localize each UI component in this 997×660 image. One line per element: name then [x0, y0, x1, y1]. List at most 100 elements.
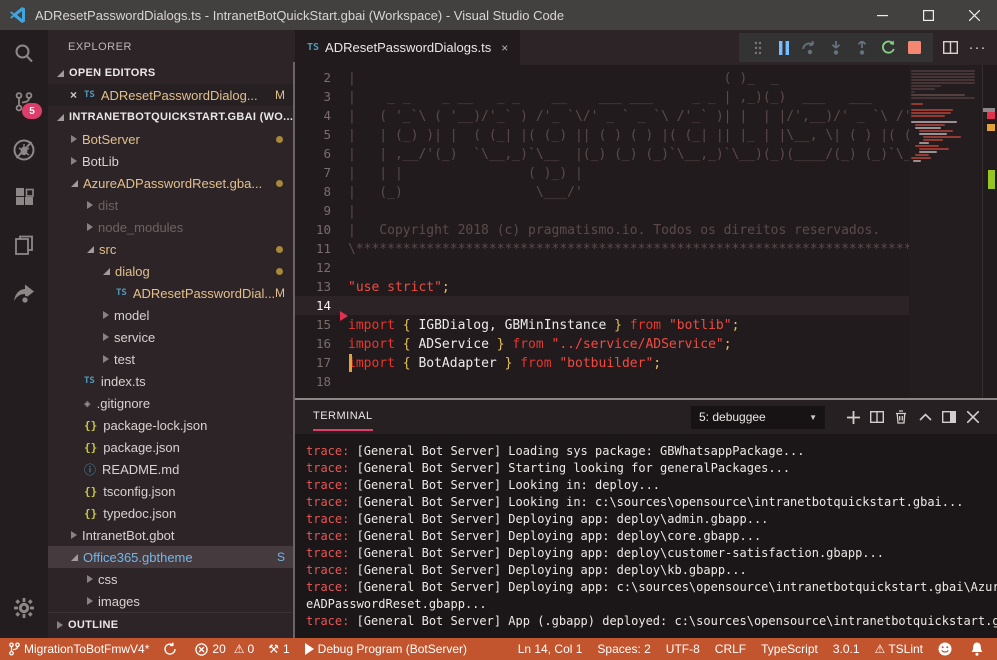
workspace-section-header[interactable]: INTRANETBOTQUICKSTART.GBAI (WO...: [48, 106, 295, 128]
indentation-item[interactable]: Spaces: 2: [597, 642, 650, 656]
tree-folder-botlib[interactable]: BotLib: [48, 150, 295, 172]
terminal-output[interactable]: trace: [General Bot Server] Loading sys …: [295, 434, 997, 630]
tree-folder-src[interactable]: src: [48, 238, 295, 260]
stop-button[interactable]: [901, 35, 927, 61]
code-line-4[interactable]: 4| ( '_`\ ( '__)/'_` ) /'_ `\/' _ ` _ `\…: [295, 106, 909, 125]
open-editor-item[interactable]: × TS ADResetPasswordDialog... M: [48, 84, 295, 106]
debug-icon[interactable]: [0, 126, 48, 174]
code-line-15[interactable]: 15import { IGBDialog, GBMinInstance } fr…: [295, 315, 909, 334]
step-into-button[interactable]: [823, 35, 849, 61]
settings-gear-icon[interactable]: [0, 584, 48, 632]
tree-folder-intranetbot-gbot[interactable]: IntranetBot.gbot: [48, 524, 295, 546]
outline-section-header[interactable]: OUTLINE: [48, 612, 295, 637]
code-line-3[interactable]: 3| _ _ _ __ _ _ __ ___ ___ _ _ | ,_)(_) …: [295, 87, 909, 106]
close-panel-icon[interactable]: [961, 405, 985, 429]
code-line-5[interactable]: 5| | (_) )| | ( (_| |( (_) || ( ) ( ) |(…: [295, 125, 909, 144]
eol-item[interactable]: CRLF: [715, 642, 746, 656]
notifications-bell-icon[interactable]: [971, 642, 987, 656]
minimap-line: [915, 124, 945, 126]
encoding-item[interactable]: UTF-8: [666, 642, 700, 656]
extensions-icon[interactable]: [0, 174, 48, 222]
tree-folder-css[interactable]: css: [48, 568, 295, 590]
tree-folder-botserver[interactable]: BotServer: [48, 128, 295, 150]
tree-folder-model[interactable]: model: [48, 304, 295, 326]
tree-folder-azureadpasswordreset-gba-[interactable]: AzureADPasswordReset.gba...: [48, 172, 295, 194]
tree-folder-dialog[interactable]: dialog: [48, 260, 295, 282]
split-editor-icon[interactable]: [937, 35, 964, 61]
search-icon[interactable]: [0, 30, 48, 78]
terminal-instance-select[interactable]: 5: debuggee ▼: [691, 406, 825, 429]
tree-folder-images[interactable]: images: [48, 590, 295, 612]
code-line-14[interactable]: 14: [295, 296, 997, 315]
tree-item-label: BotServer: [82, 132, 140, 147]
warning-icon: ⚠: [875, 642, 886, 656]
close-editor-icon[interactable]: ×: [70, 88, 77, 102]
tab-close-icon[interactable]: ×: [501, 41, 508, 55]
language-mode-item[interactable]: TypeScript: [761, 642, 818, 656]
tree-folder-office365-gbtheme[interactable]: Office365.gbthemeS: [48, 546, 295, 568]
tree-item-label: dist: [98, 198, 118, 213]
code-line-11[interactable]: 11\*************************************…: [295, 239, 909, 258]
code-line-2[interactable]: 2| ( )_ _ |: [295, 68, 909, 87]
share-export-icon[interactable]: [0, 270, 48, 318]
tab-terminal[interactable]: TERMINAL: [313, 410, 373, 424]
pause-button[interactable]: [771, 35, 797, 61]
tasks-item[interactable]: ⚒ 1: [268, 642, 289, 656]
vscode-logo-icon: [9, 6, 27, 24]
code-line-16[interactable]: 16import { ADService } from "../service/…: [295, 334, 909, 353]
code-line-13[interactable]: 13"use strict";: [295, 277, 909, 296]
maximize-panel-icon[interactable]: [913, 405, 937, 429]
tree-folder-test[interactable]: test: [48, 348, 295, 370]
tree-file-package-lock-json[interactable]: {}package-lock.json: [48, 414, 295, 436]
minimap[interactable]: [909, 65, 983, 398]
git-branch-item[interactable]: MigrationToBotFmwV4*: [9, 642, 149, 656]
kill-terminal-icon[interactable]: [889, 405, 913, 429]
tab-adresetpassworddialogs[interactable]: TS ADResetPasswordDialogs.ts ×: [295, 30, 520, 65]
code-line-8[interactable]: 8| (_) \___/' |: [295, 182, 909, 201]
tree-file--gitignore[interactable]: ◈.gitignore: [48, 392, 295, 414]
code-line-7[interactable]: 7| | | ( )_) | |: [295, 163, 909, 182]
ts-version-item[interactable]: 3.0.1: [833, 642, 860, 656]
split-terminal-icon[interactable]: [865, 405, 889, 429]
feedback-smiley-icon[interactable]: [938, 642, 956, 656]
more-actions-icon[interactable]: ···: [964, 35, 991, 61]
move-panel-icon[interactable]: [937, 405, 961, 429]
minimize-button[interactable]: [859, 0, 905, 30]
source-control-icon[interactable]: 5: [0, 78, 48, 126]
line-number: 5: [295, 125, 331, 144]
tree-file-adresetpassworddial-[interactable]: TSADResetPasswordDial...M: [48, 282, 295, 304]
code-editor[interactable]: 2| ( )_ _ |3| _ _ _ __ _ _ __ ___ ___ _ …: [295, 65, 997, 398]
tree-folder-node-modules[interactable]: node_modules: [48, 216, 295, 238]
overview-ruler[interactable]: [982, 65, 997, 398]
tree-file-tsconfig-json[interactable]: {}tsconfig.json: [48, 480, 295, 502]
debug-config-label: Debug Program (BotServer): [318, 642, 467, 656]
close-button[interactable]: [951, 0, 997, 30]
tree-folder-dist[interactable]: dist: [48, 194, 295, 216]
maximize-button[interactable]: [905, 0, 951, 30]
debug-drag-handle[interactable]: [745, 35, 771, 61]
tree-file-index-ts[interactable]: TSindex.ts: [48, 370, 295, 392]
tree-folder-service[interactable]: service: [48, 326, 295, 348]
problems-item[interactable]: 20 ⚠ 0: [195, 642, 254, 656]
code-line-10[interactable]: 10| Copyright 2018 (c) pragmatismo.io. T…: [295, 220, 909, 239]
tree-item-label: README.md: [102, 462, 179, 477]
code-line-9[interactable]: 9| |: [295, 201, 909, 220]
sync-item[interactable]: [163, 642, 181, 656]
tree-file-typedoc-json[interactable]: {}typedoc.json: [48, 502, 295, 524]
step-over-button[interactable]: [797, 35, 823, 61]
tslint-item[interactable]: ⚠TSLint: [875, 642, 923, 656]
debug-launch-item[interactable]: Debug Program (BotServer): [304, 642, 467, 656]
minimap-line: [911, 73, 975, 75]
code-line-6[interactable]: 6| | ,__/'(_) `\__,_)`\__ |(_) (_) (_)`\…: [295, 144, 909, 163]
docs-pages-icon[interactable]: [0, 222, 48, 270]
open-editors-header[interactable]: OPEN EDITORS: [48, 62, 295, 84]
code-line-12[interactable]: 12: [295, 258, 909, 277]
new-terminal-icon[interactable]: [841, 405, 865, 429]
code-line-17[interactable]: 17import { BotAdapter } from "botbuilder…: [295, 353, 909, 372]
tree-file-readme-md[interactable]: ⓘREADME.md: [48, 458, 295, 480]
step-out-button[interactable]: [849, 35, 875, 61]
cursor-position-item[interactable]: Ln 14, Col 1: [518, 642, 583, 656]
code-line-18[interactable]: 18: [295, 372, 909, 391]
tree-file-package-json[interactable]: {}package.json: [48, 436, 295, 458]
restart-button[interactable]: [875, 35, 901, 61]
